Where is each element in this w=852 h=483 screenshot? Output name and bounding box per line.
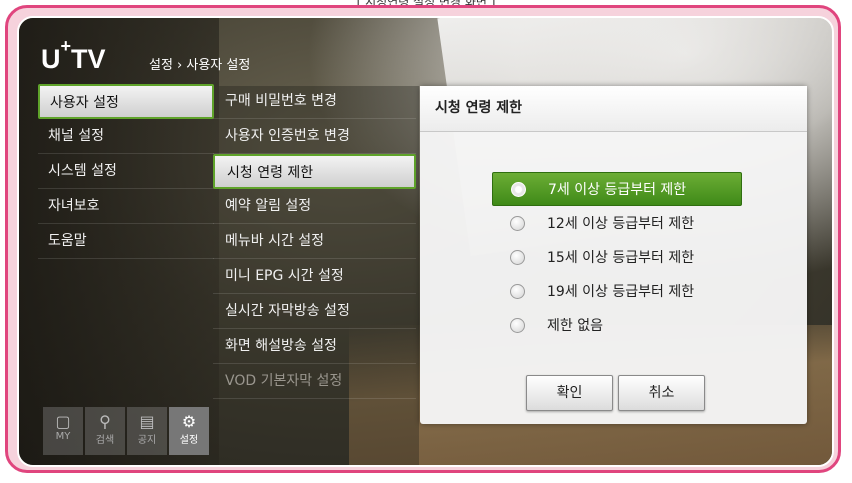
menu-item-system-settings[interactable]: 시스템 설정 xyxy=(38,154,214,189)
menu-item-user-settings[interactable]: 사용자 설정 xyxy=(38,84,214,119)
radio-icon xyxy=(510,249,525,265)
age-option-none[interactable]: 제한 없음 xyxy=(492,308,742,342)
age-option-7[interactable]: 7세 이상 등급부터 제한 xyxy=(492,172,742,206)
search-button[interactable]: ⚲ 검색 xyxy=(85,407,125,455)
bottom-icon-bar: ▢ MY ⚲ 검색 ▤ 공지 ⚙ 설정 xyxy=(43,407,209,455)
notice-button[interactable]: ▤ 공지 xyxy=(127,407,167,455)
confirm-button[interactable]: 확인 xyxy=(526,375,613,411)
tv-screen: U+TV 설정 › 사용자 설정 사용자 설정 채널 설정 시스템 설정 자녀보… xyxy=(17,16,834,467)
main-menu: 사용자 설정 채널 설정 시스템 설정 자녀보호 도움말 xyxy=(38,84,214,259)
submenu-item-age-limit[interactable]: 시청 연령 제한 xyxy=(213,154,416,189)
age-option-list: 7세 이상 등급부터 제한 12세 이상 등급부터 제한 15세 이상 등급부터… xyxy=(492,172,742,342)
submenu-item-live-caption[interactable]: 실시간 자막방송 설정 xyxy=(213,294,416,329)
age-option-12[interactable]: 12세 이상 등급부터 제한 xyxy=(492,206,742,240)
utv-logo: U+TV xyxy=(41,36,106,74)
menu-item-channel-settings[interactable]: 채널 설정 xyxy=(38,119,214,154)
age-limit-panel: 시청 연령 제한 7세 이상 등급부터 제한 12세 이상 등급부터 제한 15… xyxy=(420,86,807,424)
radio-icon xyxy=(510,283,525,299)
cancel-button[interactable]: 취소 xyxy=(618,375,705,411)
notice-icon: ▤ xyxy=(139,412,155,431)
menu-item-parental-control[interactable]: 자녀보호 xyxy=(38,189,214,224)
my-button[interactable]: ▢ MY xyxy=(43,407,83,455)
search-icon: ⚲ xyxy=(99,412,111,431)
menu-item-help[interactable]: 도움말 xyxy=(38,224,214,259)
submenu-item-mini-epg-time[interactable]: 미니 EPG 시간 설정 xyxy=(213,259,416,294)
sub-menu: 구매 비밀번호 변경 사용자 인증번호 변경 시청 연령 제한 예약 알림 설정… xyxy=(213,84,416,399)
submenu-item-menubar-time[interactable]: 메뉴바 시간 설정 xyxy=(213,224,416,259)
radio-icon xyxy=(510,215,525,231)
my-icon: ▢ xyxy=(55,412,71,431)
submenu-item-audio-description[interactable]: 화면 해설방송 설정 xyxy=(213,329,416,364)
panel-title: 시청 연령 제한 xyxy=(420,86,807,132)
age-option-19[interactable]: 19세 이상 등급부터 제한 xyxy=(492,274,742,308)
age-option-15[interactable]: 15세 이상 등급부터 제한 xyxy=(492,240,742,274)
submenu-item-reminder[interactable]: 예약 알림 설정 xyxy=(213,189,416,224)
gear-icon: ⚙ xyxy=(181,412,197,431)
submenu-item-purchase-password[interactable]: 구매 비밀번호 변경 xyxy=(213,84,416,119)
breadcrumb: 설정 › 사용자 설정 xyxy=(149,58,251,73)
radio-icon xyxy=(510,317,525,333)
submenu-item-vod-subtitle[interactable]: VOD 기본자막 설정 xyxy=(213,364,416,399)
submenu-item-auth-number[interactable]: 사용자 인증번호 변경 xyxy=(213,119,416,154)
settings-button[interactable]: ⚙ 설정 xyxy=(169,407,209,455)
radio-icon xyxy=(511,181,526,197)
